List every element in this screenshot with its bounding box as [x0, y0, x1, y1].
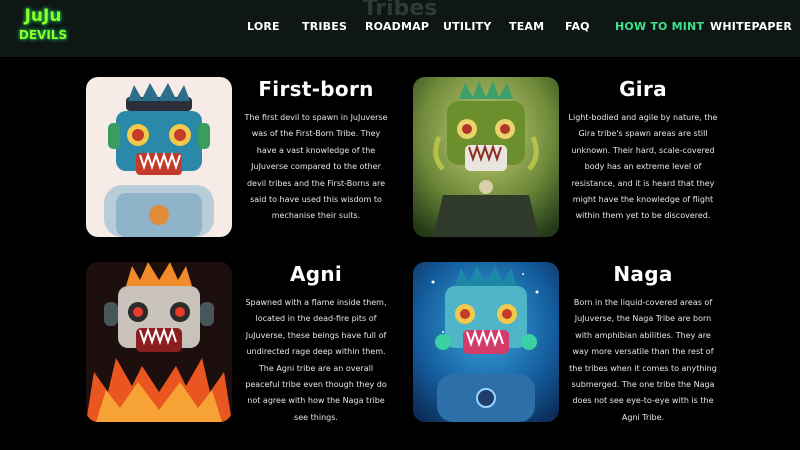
nav-link-tribes[interactable]: TRIBES — [302, 20, 347, 33]
naga-devil-portrait-icon — [413, 262, 559, 422]
tribe-title-agni: Agni — [289, 262, 343, 286]
tribe-description-first-born: The first devil to spawn in JuJuverse wa… — [244, 113, 388, 221]
first-born-devil-portrait-icon — [86, 77, 232, 237]
tribe-description-naga: Born in the liquid-covered areas of JuJu… — [569, 298, 717, 422]
tribe-title-first-born: First-born — [258, 77, 374, 101]
logo-line-1: JuJu — [24, 6, 62, 26]
nav-link-whitepaper[interactable]: WHITEPAPER — [710, 20, 792, 33]
tribe-title-gira: Gira — [619, 77, 667, 101]
agni-devil-portrait-icon — [86, 262, 232, 422]
section-heading-ghost: Tribes — [362, 0, 438, 21]
nav-link-team[interactable]: TEAM — [509, 20, 544, 33]
tribe-description-gira: Light-bodied and agile by nature, the Gi… — [568, 113, 718, 221]
nav-link-lore[interactable]: LORE — [247, 20, 280, 33]
nav-link-faq[interactable]: FAQ — [565, 20, 590, 33]
logo-line-2: DEVILS — [18, 28, 68, 42]
top-navigation-bar: Tribes JuJu DEVILS LORE TRIBES ROADMAP U… — [0, 0, 800, 57]
tribe-description-agni: Spawned with a flame inside them, locate… — [245, 298, 387, 422]
jujudevils-logo[interactable]: JuJu DEVILS — [14, 6, 72, 48]
nav-link-roadmap[interactable]: ROADMAP — [365, 20, 429, 33]
tribe-title-naga: Naga — [613, 262, 673, 286]
gira-devil-portrait-icon — [413, 77, 559, 237]
nav-link-utility[interactable]: UTILITY — [443, 20, 492, 33]
nav-link-how-to-mint[interactable]: HOW TO MINT — [615, 20, 704, 33]
